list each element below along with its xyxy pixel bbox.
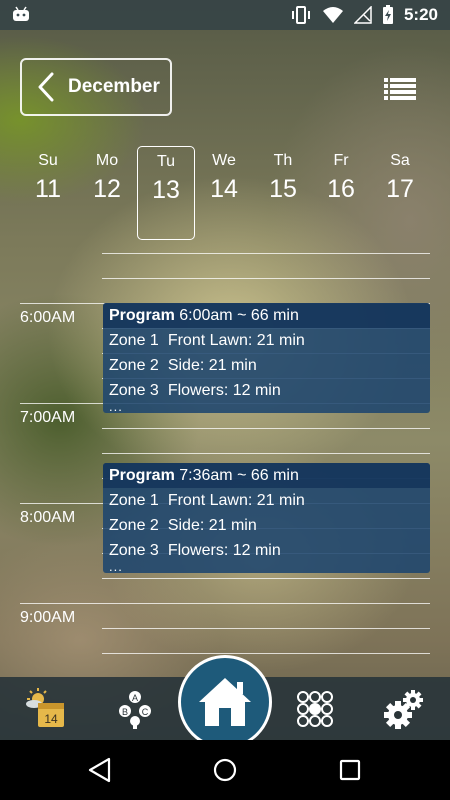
zone-name: Flowers: 12 min (167, 542, 281, 559)
event-title: Program (109, 467, 175, 484)
day-name: Sa (390, 152, 410, 169)
battery-charging-icon (382, 5, 393, 24)
program-event[interactable]: Program 6:00am ~ 66 min Zone 1 Front Lawn… (103, 303, 430, 413)
day-name: Tu (156, 153, 176, 170)
system-nav-bar (0, 740, 450, 800)
vibrate-icon (291, 6, 310, 24)
day-cell-selected[interactable]: Tu 13 (137, 146, 195, 240)
day-cell[interactable]: We 14 (195, 146, 253, 240)
svg-text:B: B (122, 707, 128, 717)
day-name: Th (273, 152, 293, 169)
day-cell[interactable]: Sa 17 (371, 146, 429, 240)
time-label: 9:00AM (20, 609, 76, 626)
grid-line (20, 603, 430, 604)
android-icon (13, 6, 29, 21)
zone-number: Zone 2 (109, 357, 159, 374)
home-icon (199, 678, 251, 726)
grid-line (102, 453, 430, 454)
day-name: Mo (95, 152, 119, 169)
day-name: Fr (333, 152, 349, 169)
day-date: 15 (269, 175, 297, 203)
chevron-left-icon (38, 72, 54, 102)
day-cell[interactable]: Fr 16 (312, 146, 370, 240)
svg-text:A: A (132, 693, 138, 703)
zone-row: Zone 2 Side: 21 min (103, 353, 430, 378)
list-view-icon[interactable] (384, 78, 416, 100)
day-name: Su (38, 152, 58, 169)
day-timeline[interactable]: 6:00AM 7:00AM 8:00AM 9:00AM Program 6:00… (0, 240, 450, 676)
program-event[interactable]: Program 7:36am ~ 66 min Zone 1 Front Lawn… (103, 463, 430, 573)
grid-line (102, 628, 430, 629)
day-date: 17 (386, 175, 414, 203)
status-time: 5:20 (403, 5, 438, 24)
nav-calendar-button[interactable]: 14 (16, 677, 76, 740)
zone-row: Zone 3 Flowers: 12 min (103, 538, 430, 563)
no-signal-icon (353, 6, 372, 24)
zones-grid-icon (297, 690, 333, 727)
zone-number: Zone 1 (109, 332, 159, 349)
day-date: 12 (93, 175, 121, 203)
day-date: 11 (35, 175, 61, 203)
zone-name: Front Lawn: 21 min (167, 332, 305, 349)
day-date: 13 (152, 176, 180, 204)
zone-number: Zone 3 (109, 382, 159, 399)
day-cell[interactable]: Su 11 (19, 146, 77, 240)
time-label: 7:00AM (20, 409, 76, 426)
back-triangle-icon[interactable] (87, 757, 113, 783)
event-header: Program 7:36am ~ 66 min (103, 463, 430, 488)
grid-line (102, 578, 430, 579)
day-cell[interactable]: Mo 12 (78, 146, 136, 240)
zone-number: Zone 3 (109, 542, 159, 559)
more-indicator: ... (109, 399, 123, 413)
home-button[interactable] (178, 655, 272, 749)
controller-abc-icon: A B C (119, 690, 151, 729)
nav-zones-button[interactable] (285, 677, 345, 740)
settings-gears-icon (384, 689, 423, 729)
day-date: 16 (327, 175, 355, 203)
calendar-badge: 14 (44, 712, 58, 726)
wifi-icon (322, 7, 343, 23)
zone-name: Side: 21 min (167, 357, 257, 374)
more-indicator: ... (109, 559, 123, 573)
day-cell[interactable]: Th 15 (254, 146, 312, 240)
status-bar: 5:20 (0, 0, 450, 30)
zone-row: Zone 1 Front Lawn: 21 min (103, 328, 430, 353)
svg-text:C: C (142, 707, 149, 717)
zone-name: Flowers: 12 min (167, 382, 281, 399)
grid-line (102, 278, 430, 279)
home-circle-icon[interactable] (212, 757, 238, 783)
zone-row: Zone 1 Front Lawn: 21 min (103, 488, 430, 513)
grid-line (102, 653, 430, 654)
time-label: 6:00AM (20, 309, 76, 326)
day-name: We (212, 152, 236, 169)
zone-name: Side: 21 min (167, 517, 257, 534)
zone-row: Zone 2 Side: 21 min (103, 513, 430, 538)
day-date: 14 (210, 175, 238, 203)
event-title: Program (109, 307, 175, 324)
grid-line (102, 253, 430, 254)
zone-row: Zone 3 Flowers: 12 min (103, 378, 430, 403)
month-label: December (68, 76, 160, 97)
event-detail: 6:00am ~ 66 min (179, 307, 299, 324)
event-detail: 7:36am ~ 66 min (179, 467, 299, 484)
time-label: 8:00AM (20, 509, 76, 526)
nav-settings-button[interactable] (374, 677, 434, 740)
recents-square-icon[interactable] (337, 757, 363, 783)
zone-number: Zone 1 (109, 492, 159, 509)
calendar-weather-icon: 14 (26, 687, 64, 727)
event-header: Program 6:00am ~ 66 min (103, 303, 430, 328)
zone-number: Zone 2 (109, 517, 159, 534)
month-back-button[interactable]: December (20, 58, 172, 116)
nav-controller-button[interactable]: A B C (105, 677, 165, 740)
grid-line (102, 428, 430, 429)
week-strip: Su 11 Mo 12 Tu 13 We 14 Th 15 Fr 16 Sa 1… (19, 146, 431, 240)
zone-name: Front Lawn: 21 min (167, 492, 305, 509)
